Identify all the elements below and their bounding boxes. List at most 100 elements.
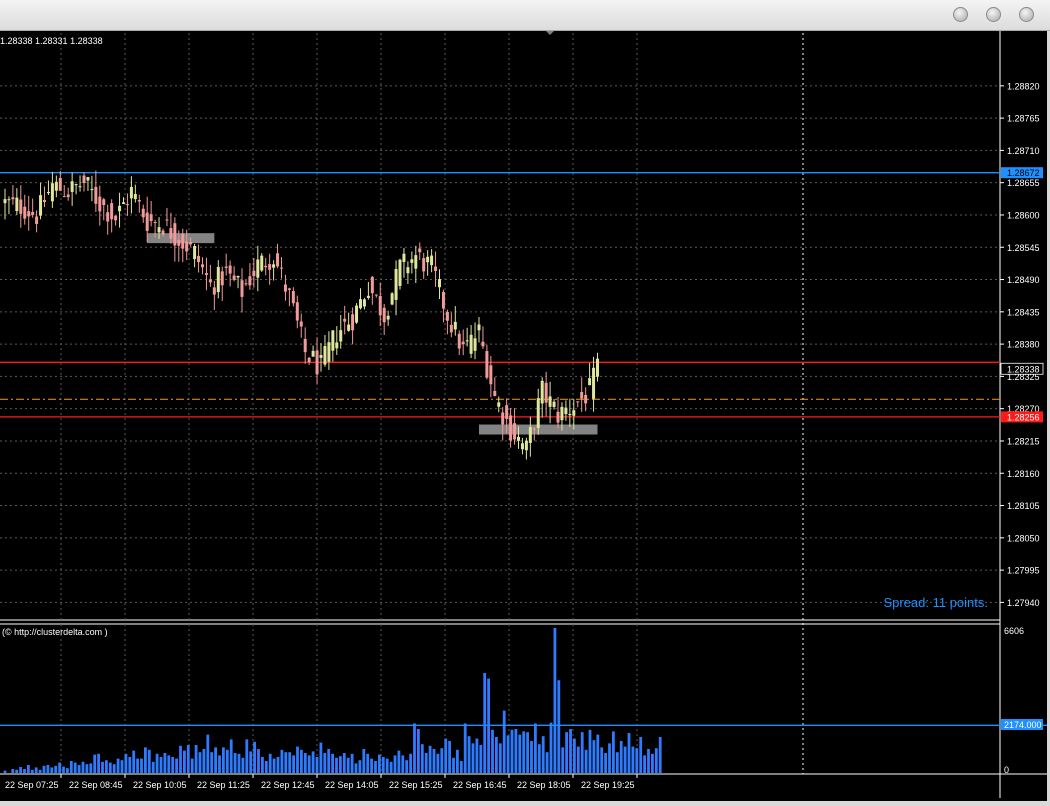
volume-bar [530,740,533,773]
volume-bar [183,750,186,773]
chart-window[interactable]: 1.28820 1.28765 1.28710 1.28655 1.28600 1.285… [0,31,1047,801]
volume-bar [545,752,549,773]
volume-bar [405,760,409,773]
volume-bar [537,744,541,773]
candle-body [473,338,477,351]
volume-bar [502,710,506,773]
minimize-icon[interactable] [953,7,968,22]
volume-bar [66,768,69,773]
close-icon[interactable] [1019,7,1034,22]
y-tick-label: 1.28765 [1007,114,1040,124]
price-panel[interactable]: 1.28820 1.28765 1.28710 1.28655 1.28600 1.285… [0,31,1044,798]
volume-bar [385,758,389,773]
chart-canvas[interactable]: 1.28820 1.28765 1.28710 1.28655 1.28600 1.285… [0,31,1047,801]
volume-bar [27,764,30,773]
volume-bar [428,745,432,773]
volume-bar [11,769,15,773]
y-tick-label: 1.27995 [1007,566,1040,576]
volume-bar [651,753,654,773]
x-tick-label: 22 Sep 14:05 [325,780,379,790]
y-tick-label: 1.28655 [1007,178,1040,188]
volume-panel[interactable]: 22 Sep 07:25 22 Sep 08:45 22 Sep 10:05 22 S… [0,623,1047,790]
candle-body [114,215,118,221]
volume-bar [128,756,132,773]
candle-body [390,293,394,305]
volume-bar [588,729,592,773]
candle-body [461,341,465,345]
volume-bar [580,732,584,773]
candle-body [201,264,204,268]
candle-body [426,256,430,263]
volume-bar [249,751,253,773]
candle-body [457,333,461,349]
candle-body [477,324,481,331]
candle-body [58,177,62,191]
y-tick-label: 1.28050 [1007,533,1040,543]
y-tick-label: 1.28215 [1007,436,1040,446]
volume-bar [506,735,510,773]
volume-bar [241,757,245,773]
volume-bar [54,765,58,773]
candle-body [153,222,157,224]
volume-bar [108,762,112,773]
volume-bar [397,750,401,773]
candle-body [129,186,133,199]
volume-bar [3,770,7,773]
volume-bar [327,748,331,773]
volume-bar [541,736,545,773]
volume-min-label: 0 [1004,765,1009,775]
volume-bar [456,749,459,773]
volume-bar [565,732,568,773]
x-tick-label: 22 Sep 07:25 [5,780,59,790]
volume-bar [448,740,451,773]
ohlc-header: 1.28338 1.28331 1.28338 [0,36,103,46]
volume-bar [89,763,93,773]
volume-bar [631,746,635,773]
x-tick-label: 22 Sep 08:45 [69,780,123,790]
candle-body [165,219,169,221]
volume-bar [210,752,214,773]
candle-body [280,267,283,269]
volume-bar [81,761,85,773]
candle-body [517,436,520,441]
candle-body [212,287,216,295]
volume-bar [288,752,292,773]
candle-body [430,255,434,266]
candle-body [319,354,323,358]
volume-bar [654,748,658,773]
volume-bar [592,740,596,773]
x-tick-label: 22 Sep 15:25 [389,780,443,790]
y-tick-label: 1.28435 [1007,307,1040,317]
candle-body [528,427,532,443]
candle-body [366,295,370,298]
volume-bar [276,756,280,773]
volume-bar [354,763,358,773]
volume-bar [225,749,229,773]
candle-body [362,299,366,307]
candle-body [291,290,295,304]
volume-bar [253,741,256,773]
candle-body [228,265,232,274]
volume-bar [233,753,237,773]
x-tick-label: 22 Sep 12:45 [261,780,315,790]
volume-bar [615,752,619,773]
volume-bar [342,753,346,773]
candle-body [90,189,94,191]
maximize-icon[interactable] [986,7,1001,22]
candle-body [438,279,441,288]
volume-bar [257,748,260,773]
volume-bar [573,738,576,773]
candle-body [98,196,102,212]
volume-bar [261,756,264,773]
volume-bar [116,758,120,773]
y-tick-label: 1.28160 [1007,469,1040,479]
candle-body [220,271,224,286]
volume-bar [268,753,272,773]
candle-body [576,401,580,403]
volume-bar [366,753,370,773]
candle-body [244,283,248,285]
volume-bar [526,732,529,773]
volume-bar [475,738,479,773]
candle-body [149,214,153,222]
volume-bar [206,734,210,773]
